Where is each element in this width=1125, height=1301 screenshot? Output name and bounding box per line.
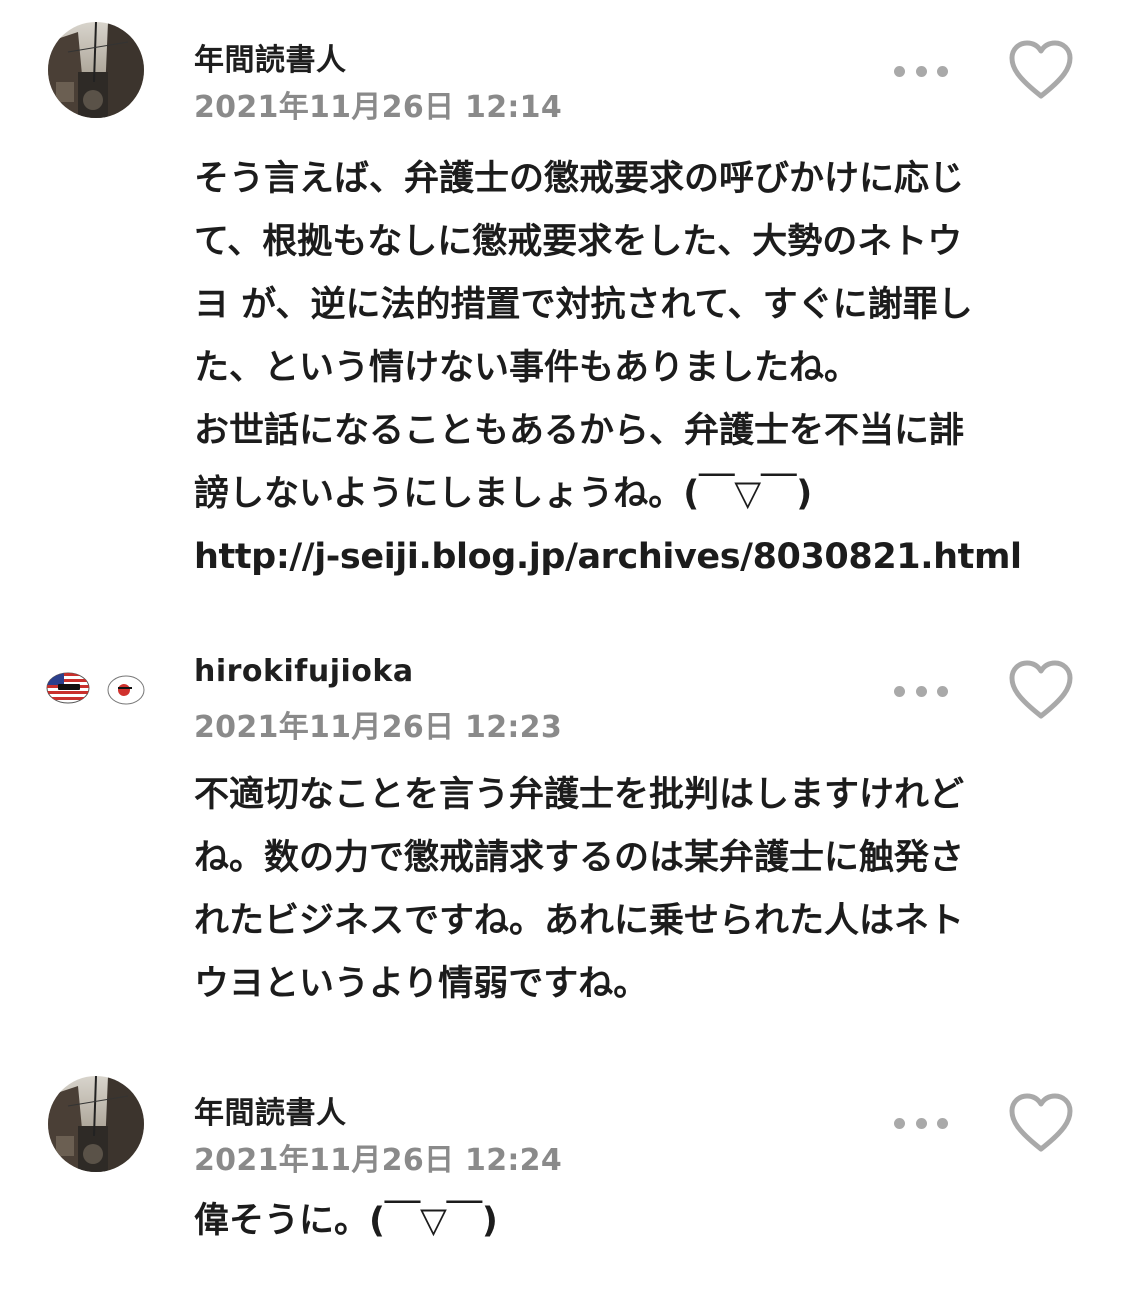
comment-text-line: た、という情けない事件もありましたね。 (194, 348, 860, 388)
avatar-street-photo (48, 1076, 144, 1172)
comment-text-line: お世話になることもあるから、弁護士を不当に誹 (194, 411, 965, 451)
comment-body: 偉そうに。(￣▽￣) (194, 1190, 1074, 1253)
comment-text-line: れたビジネスですね。あれに乗せられた人はネト (194, 901, 965, 941)
comment-text-line: 不適切なことを言う弁護士を批判はしますけれど (194, 775, 965, 815)
comment-link[interactable]: http://j-seiji.blog.jp/archives/8030821.… (194, 526, 1074, 589)
comment-author[interactable]: hirokifujioka (194, 654, 414, 689)
more-horizontal-icon (894, 685, 905, 697)
comment-author[interactable]: 年間読書人 (194, 1088, 347, 1132)
comment-text-line: そう言えば、弁護士の懲戒要求の呼びかけに応じ (194, 159, 965, 199)
comment-body: 不適切なことを言う弁護士を批判はしますけれど ね。数の力で懲戒請求するのは某弁護… (194, 764, 1074, 1016)
heart-outline-icon (1009, 660, 1073, 719)
like-button[interactable] (1008, 1093, 1074, 1153)
avatar[interactable] (46, 666, 150, 710)
avatar[interactable] (48, 1076, 144, 1172)
comment-text-line: ね。数の力で懲戒請求するのは某弁護士に触発さ (194, 838, 965, 878)
comment-text-line: ウヨというより情弱ですね。 (194, 964, 649, 1004)
avatar[interactable] (48, 22, 144, 118)
heart-outline-icon (1009, 1093, 1073, 1152)
comment-body: そう言えば、弁護士の懲戒要求の呼びかけに応じ て、根拠もなしに懲戒要求をした、大… (194, 148, 1074, 589)
comment-author[interactable]: 年間読書人 (194, 35, 347, 79)
comment-timestamp: 2021年11月26日 12:23 (194, 710, 563, 745)
more-options-button[interactable] (894, 60, 948, 82)
avatar-street-photo (48, 22, 144, 118)
comment-text-line: ヨ が、逆に法的措置で対抗されて、すぐに謝罪し (194, 285, 973, 325)
like-button[interactable] (1008, 40, 1074, 100)
avatar-countryballs-image (46, 672, 145, 705)
comment-timestamp: 2021年11月26日 12:14 (194, 90, 563, 125)
more-options-button[interactable] (894, 1112, 948, 1134)
comment-text-line: 謗しないようにしましょうね。(￣▽￣) (194, 474, 813, 514)
comment-text-line: て、根拠もなしに懲戒要求をした、大勢のネトウ (194, 222, 963, 262)
comment-timestamp: 2021年11月26日 12:24 (194, 1143, 563, 1178)
more-horizontal-icon (894, 1117, 905, 1129)
more-options-button[interactable] (894, 680, 948, 702)
heart-outline-icon (1009, 40, 1073, 99)
more-horizontal-icon (894, 65, 905, 77)
comment-text-line: 偉そうに。(￣▽￣) (194, 1201, 498, 1241)
like-button[interactable] (1008, 660, 1074, 720)
